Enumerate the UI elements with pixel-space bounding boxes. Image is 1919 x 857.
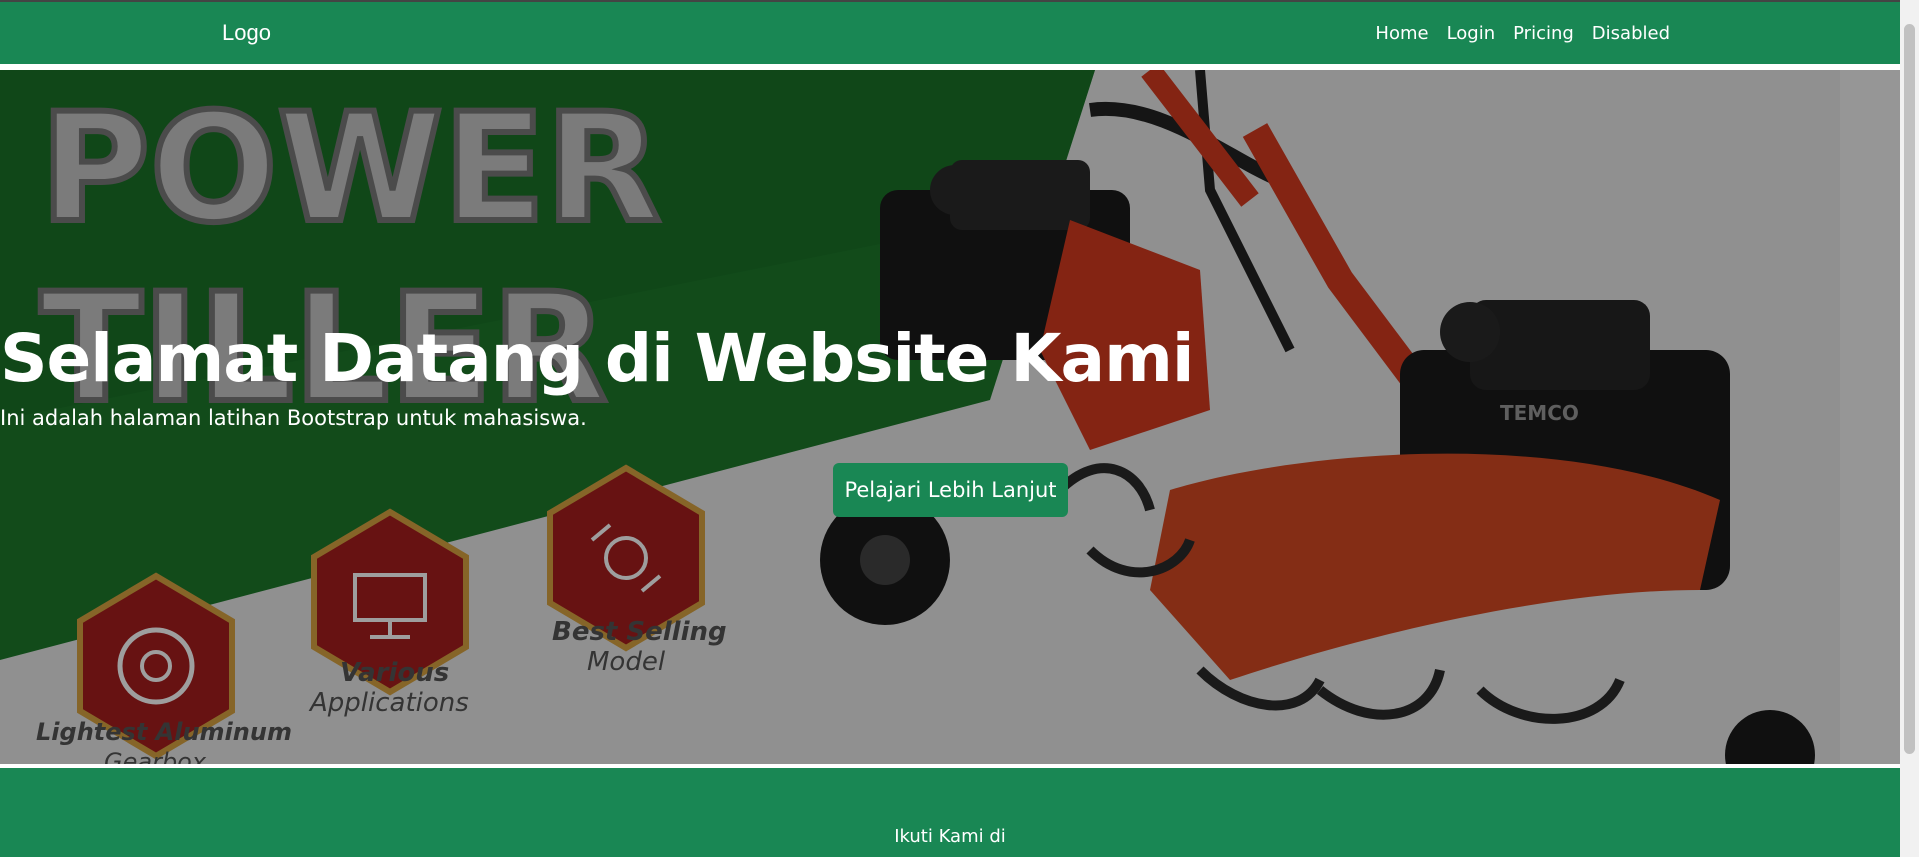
learn-more-button[interactable]: Pelajari Lebih Lanjut: [833, 463, 1068, 517]
page-scrollbar[interactable]: [1900, 0, 1919, 857]
nav-pricing[interactable]: Pricing: [1513, 23, 1574, 44]
footer-follow-text: Ikuti Kami di: [894, 826, 1006, 847]
nav-login[interactable]: Login: [1447, 23, 1496, 44]
nav-links: Home Login Pricing Disabled: [1375, 23, 1670, 44]
logo[interactable]: Logo: [222, 20, 271, 46]
hero-title: Selamat Datang di Website Kami: [0, 320, 1194, 397]
hero-subtitle: Ini adalah halaman latihan Bootstrap unt…: [0, 406, 587, 430]
hero-carousel: POWER TILLER Lightest Aluminum Gearbox V…: [0, 70, 1900, 764]
nav-home[interactable]: Home: [1375, 23, 1428, 44]
footer: Ikuti Kami di: [0, 768, 1900, 857]
scrollbar-thumb[interactable]: [1904, 24, 1915, 754]
nav-disabled[interactable]: Disabled: [1592, 23, 1670, 44]
navbar: Logo Home Login Pricing Disabled: [0, 0, 1900, 64]
